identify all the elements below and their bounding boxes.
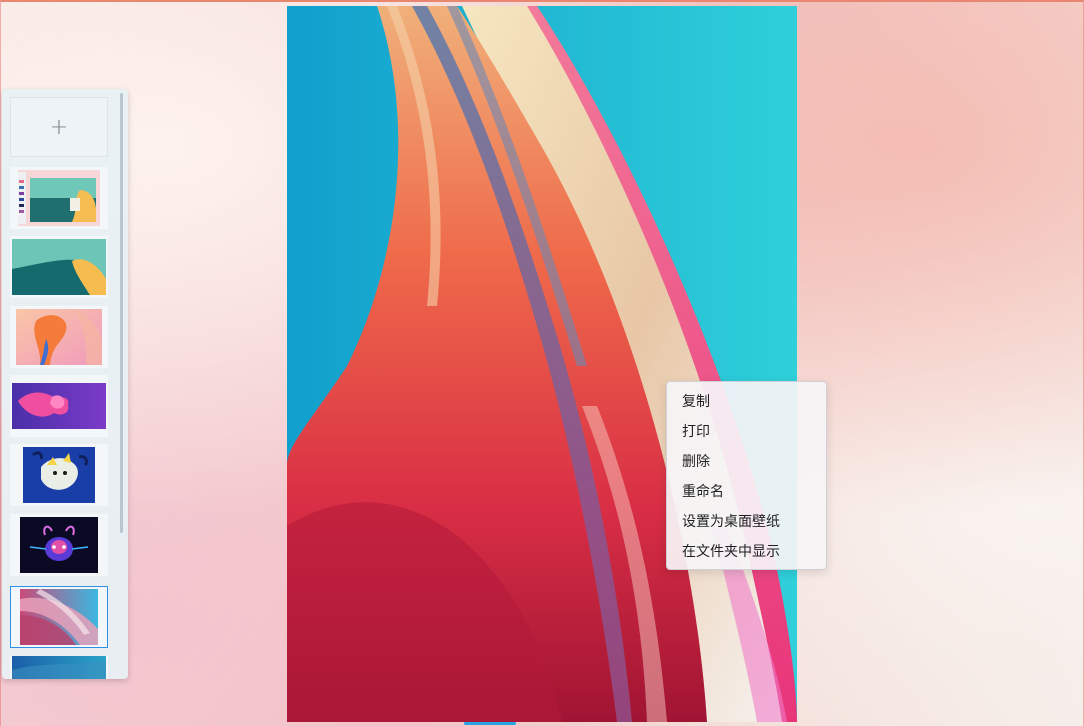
thumbnail-item[interactable] — [10, 656, 108, 679]
menu-item-rename[interactable]: 重命名 — [667, 477, 826, 507]
thumbnail-item[interactable] — [10, 375, 108, 437]
thumbnail-item[interactable] — [10, 167, 108, 229]
plus-icon: + — [49, 114, 69, 140]
sidebar-scrollbar[interactable] — [120, 93, 123, 533]
thumbnail-item[interactable] — [10, 236, 108, 298]
main-image-view[interactable] — [287, 6, 797, 722]
thumbnail-item[interactable] — [10, 306, 108, 368]
thumbnail-image — [12, 383, 106, 429]
thumbnail-image — [12, 239, 106, 295]
thumbnail-item[interactable] — [10, 444, 108, 506]
thumbnail-image — [20, 589, 98, 645]
menu-item-copy[interactable]: 复制 — [667, 387, 826, 417]
thumbnail-sidebar: + — [2, 89, 128, 679]
thumbnail-image — [23, 447, 95, 503]
add-image-button[interactable]: + — [10, 97, 108, 157]
wallpaper-image — [287, 6, 797, 722]
menu-item-show-in-folder[interactable]: 在文件夹中显示 — [667, 537, 826, 567]
context-menu: 复制 打印 删除 重命名 设置为桌面壁纸 在文件夹中显示 — [666, 381, 827, 570]
menu-item-print[interactable]: 打印 — [667, 417, 826, 447]
thumbnail-item[interactable] — [10, 514, 108, 576]
bottom-toolbar-indicator[interactable] — [464, 722, 516, 725]
menu-item-delete[interactable]: 删除 — [667, 447, 826, 477]
thumbnail-item-selected[interactable] — [10, 586, 108, 648]
thumbnail-image — [18, 170, 100, 226]
thumbnail-image — [16, 309, 102, 365]
menu-item-set-wallpaper[interactable]: 设置为桌面壁纸 — [667, 507, 826, 537]
thumbnail-image — [20, 517, 98, 573]
thumbnail-image — [12, 656, 106, 679]
